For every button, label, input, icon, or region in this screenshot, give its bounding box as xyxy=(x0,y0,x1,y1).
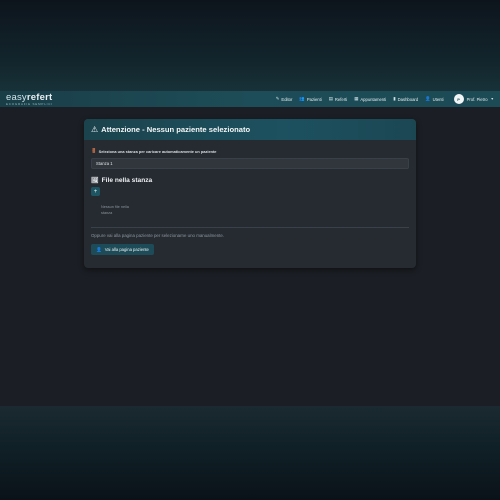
nav-item-appuntamenti[interactable]: ▦ Appuntamenti xyxy=(354,96,386,102)
user-icon: 👤 xyxy=(96,246,102,252)
edit-icon: ✎ xyxy=(275,96,280,101)
nav-item-label: Referti xyxy=(334,96,348,102)
avatar: P xyxy=(453,94,464,104)
nav-item-label: Dashboard xyxy=(397,96,419,102)
nav-item-dashboard[interactable]: ▮ Dashboard xyxy=(393,96,418,102)
images-icon: 🖼 xyxy=(91,178,99,184)
chevron-down-icon: ▼ xyxy=(490,97,494,101)
nav-item-label: Utenti xyxy=(432,96,444,102)
room-select[interactable]: Stanza 1 xyxy=(91,158,409,169)
nav-menu: ✎ Editor 👥 Pazienti ▤ Referti ▦ Appuntam… xyxy=(276,94,494,104)
add-file-button[interactable]: + xyxy=(91,187,100,196)
divider xyxy=(91,227,409,228)
go-to-patient-page-label: Vai alla pagina paziente xyxy=(104,247,149,253)
files-section-title: 🖼 File nella stanza xyxy=(91,177,409,184)
no-patient-card: ⚠ Attenzione - Nessun paziente seleziona… xyxy=(84,119,416,268)
user-name: Prof. Pietro xyxy=(466,96,488,102)
calendar-icon: ▦ xyxy=(354,96,359,101)
bottom-background xyxy=(0,406,500,500)
warning-icon: ⚠ xyxy=(91,125,99,134)
top-navbar: easyrefert ECOGRAFIE SEMPLICI ✎ Editor 👥… xyxy=(0,91,500,107)
card-body: 🚪 Seleziona una stanza per caricare auto… xyxy=(84,140,416,256)
card-header: ⚠ Attenzione - Nessun paziente seleziona… xyxy=(84,119,416,140)
users-icon: 👤 xyxy=(425,96,431,101)
nav-item-editor[interactable]: ✎ Editor xyxy=(276,96,293,102)
document-icon: ▤ xyxy=(328,96,333,101)
room-select-label: 🚪 Seleziona una stanza per caricare auto… xyxy=(91,148,409,154)
card-title: Attenzione - Nessun paziente selezionato xyxy=(101,125,251,134)
nav-item-utenti[interactable]: 👤 Utenti xyxy=(425,96,443,102)
brand-name-bold: refert xyxy=(26,91,53,103)
top-background xyxy=(0,0,500,92)
room-select-label-text: Seleziona una stanza per caricare automa… xyxy=(98,148,217,154)
patients-icon: 👥 xyxy=(299,96,305,101)
go-to-patient-page-button[interactable]: 👤 Vai alla pagina paziente xyxy=(91,244,154,256)
nav-item-label: Appuntamenti xyxy=(360,96,387,102)
door-icon: 🚪 xyxy=(91,148,97,153)
nav-item-pazienti[interactable]: 👥 Pazienti xyxy=(299,96,321,102)
nav-item-label: Pazienti xyxy=(306,96,322,102)
files-section-title-text: File nella stanza xyxy=(101,177,153,184)
manual-selection-hint: Oppure vai alla pagina paziente per sele… xyxy=(91,232,225,238)
brand-name-light: easy xyxy=(6,91,27,103)
chart-icon: ▮ xyxy=(393,96,396,101)
user-menu[interactable]: P Prof. Pietro ▼ xyxy=(453,94,494,104)
brand-logo[interactable]: easyrefert ECOGRAFIE SEMPLICI xyxy=(6,91,53,106)
nav-item-label: Editor xyxy=(281,96,293,102)
brand-tagline: ECOGRAFIE SEMPLICI xyxy=(6,101,53,106)
nav-item-referti[interactable]: ▤ Referti xyxy=(329,96,348,102)
brand-name: easyrefert xyxy=(6,91,53,103)
empty-files-message: Nessun file nella stanza xyxy=(101,205,129,215)
